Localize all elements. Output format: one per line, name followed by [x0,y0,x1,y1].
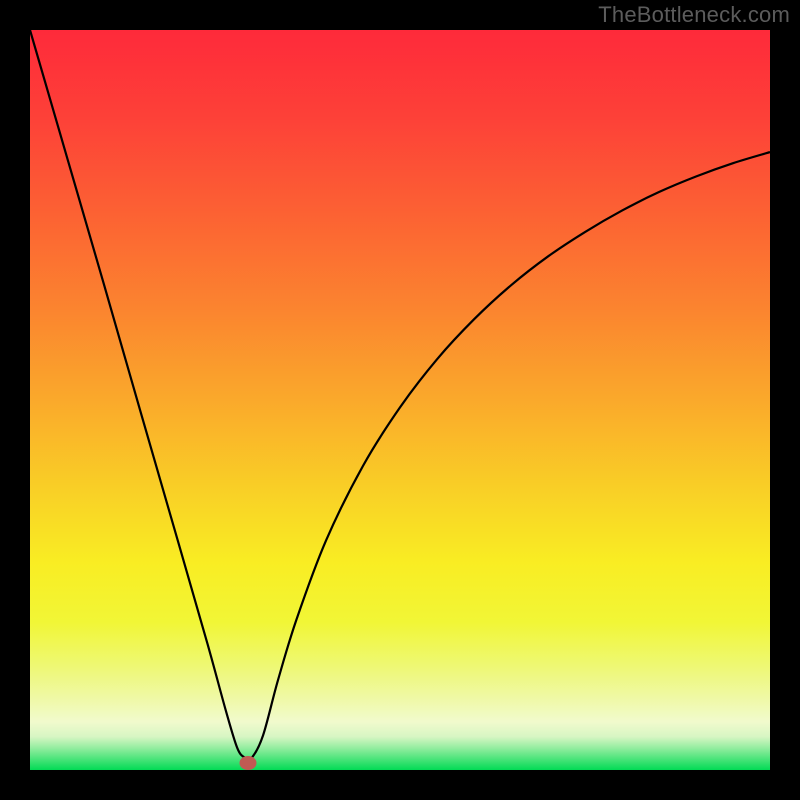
watermark-text: TheBottleneck.com [598,2,790,28]
plot-svg [30,30,770,770]
optimum-marker [240,756,257,770]
chart-frame: TheBottleneck.com [0,0,800,800]
plot-area [30,30,770,770]
gradient-background [30,30,770,770]
